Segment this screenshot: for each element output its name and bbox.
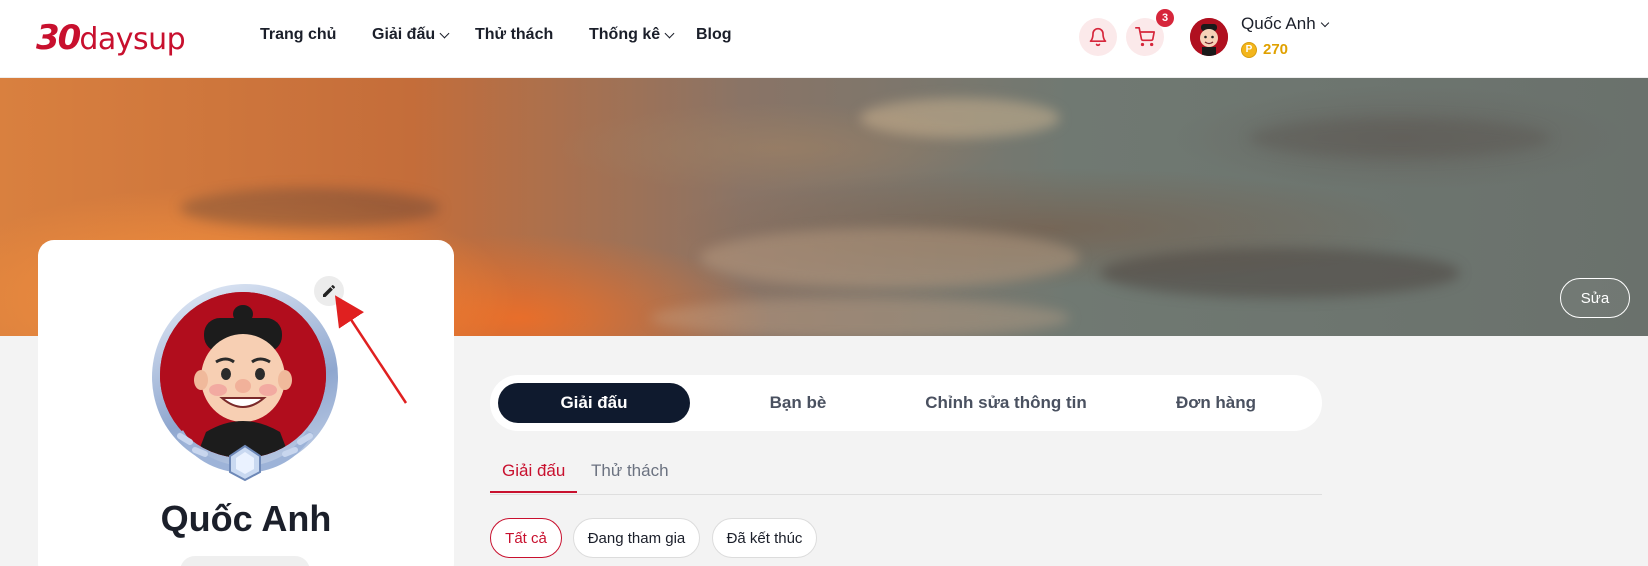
chevron-down-icon <box>439 28 450 39</box>
cart-button[interactable]: 3 <box>1126 9 1174 56</box>
top-header: 30 daysup Trang chủ Giải đấu Thử thách T… <box>0 0 1648 78</box>
chevron-down-icon <box>664 28 675 39</box>
logo-number: 30 <box>36 18 81 58</box>
coin-icon: P <box>1241 41 1257 58</box>
cart-icon <box>1135 27 1155 47</box>
user-menu[interactable]: Quốc Anh <box>1241 14 1329 34</box>
profile-avatar <box>150 282 340 482</box>
tab-friends[interactable]: Bạn bè <box>702 383 894 423</box>
nav-blog[interactable]: Blog <box>696 26 732 44</box>
nav-statistics[interactable]: Thống kê <box>589 26 675 44</box>
pencil-icon <box>323 284 335 297</box>
coin-balance: P 270 <box>1241 41 1288 58</box>
filter-participating[interactable]: Đang tham gia <box>573 518 700 558</box>
notification-button[interactable] <box>1079 18 1117 56</box>
nav-home[interactable]: Trang chủ <box>260 26 336 44</box>
profile-chip[interactable] <box>180 556 310 566</box>
profile-name: Quốc Anh <box>160 498 332 539</box>
filter-finished[interactable]: Đã kết thúc <box>712 518 817 558</box>
sub-tabs: Giải đấu Thử thách <box>490 455 1322 495</box>
avatar-face-icon <box>1190 18 1228 56</box>
user-avatar[interactable] <box>1190 18 1228 56</box>
tab-orders[interactable]: Đơn hàng <box>1118 383 1314 423</box>
tab-tournaments[interactable]: Giải đấu <box>498 383 690 423</box>
bell-icon <box>1089 27 1107 47</box>
edit-avatar-button[interactable] <box>314 276 344 306</box>
filter-all[interactable]: Tất cả <box>490 518 562 558</box>
edit-cover-button[interactable]: Sửa <box>1560 278 1630 318</box>
logo-word: daysup <box>79 22 186 57</box>
cart-count-badge: 3 <box>1156 9 1174 27</box>
laurel-frame-icon <box>176 430 314 482</box>
chevron-down-icon <box>1320 18 1329 27</box>
nav-tournaments[interactable]: Giải đấu <box>372 26 450 44</box>
profile-tabs: Giải đấu Bạn bè Chỉnh sửa thông tin Đơn … <box>490 375 1322 431</box>
subtab-tournaments[interactable]: Giải đấu <box>490 461 578 493</box>
subtab-challenges[interactable]: Thử thách <box>591 461 669 491</box>
nav-challenges[interactable]: Thử thách <box>475 26 553 44</box>
tab-edit-info[interactable]: Chỉnh sửa thông tin <box>906 383 1106 423</box>
logo[interactable]: 30 daysup <box>36 18 186 58</box>
